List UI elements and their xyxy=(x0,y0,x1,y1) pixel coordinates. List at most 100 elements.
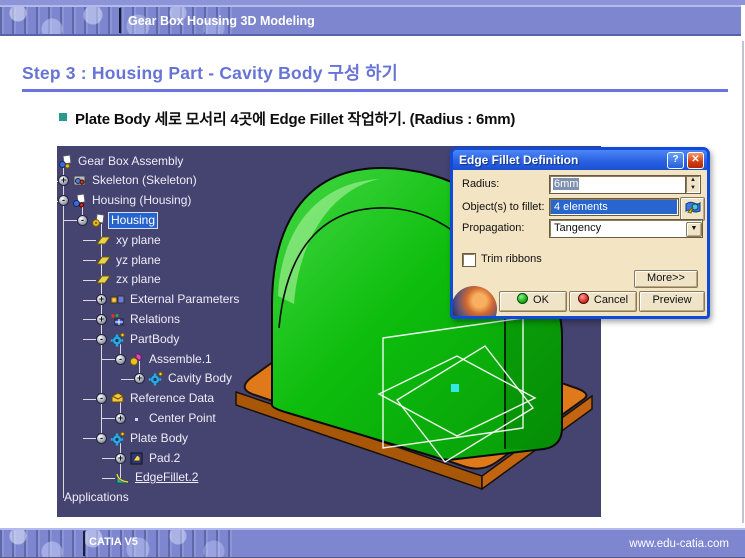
expand-icon[interactable]: + xyxy=(115,453,126,464)
radius-label: Radius: xyxy=(462,178,499,190)
body-icon xyxy=(110,431,125,446)
tree-item-skeleton-skeleton[interactable]: +Skeleton (Skeleton) xyxy=(58,172,199,190)
tree-item-plate-body[interactable]: - Plate Body xyxy=(96,429,190,447)
propagation-dropdown[interactable]: Tangency xyxy=(550,220,702,237)
radius-spinner[interactable]: ▲▼ xyxy=(686,176,700,193)
product-icon xyxy=(72,193,87,208)
cancel-red-icon xyxy=(578,293,589,304)
title-underline xyxy=(22,89,728,92)
tree-item-relations[interactable]: + Relations xyxy=(96,310,182,328)
expand-icon[interactable]: + xyxy=(96,314,107,325)
expand-icon[interactable]: + xyxy=(134,373,145,384)
tree-item-partbody[interactable]: - PartBody xyxy=(96,330,181,348)
header-title: Gear Box Housing 3D Modeling xyxy=(128,14,315,28)
tree-item-label: yz plane xyxy=(114,253,163,268)
tree-item-label: Assemble.1 xyxy=(147,352,214,367)
help-icon[interactable]: ? xyxy=(667,152,684,169)
pad-icon xyxy=(129,451,144,466)
preview-button[interactable]: Preview xyxy=(639,291,705,312)
dropdown-arrow-icon[interactable]: ▼ xyxy=(686,222,702,237)
expand-icon[interactable]: + xyxy=(58,175,69,186)
header-separator xyxy=(119,8,121,33)
footer-url[interactable]: www.edu-catia.com xyxy=(629,538,729,550)
tree-item-center-point[interactable]: + Center Point xyxy=(115,409,218,427)
trim-ribbons-label: Trim ribbons xyxy=(481,253,542,265)
tree-item-housing-housing[interactable]: - Housing (Housing) xyxy=(58,192,193,210)
radius-input[interactable]: 6mm xyxy=(550,176,686,193)
tree-item-label: Pad.2 xyxy=(147,451,182,466)
tree-item-applications[interactable]: Applications xyxy=(62,489,131,507)
tree-item-reference-data[interactable]: - Reference Data xyxy=(96,390,216,408)
edge-fillet-dialog: Edge Fillet Definition ? ✕ Radius: 6mm ▲… xyxy=(450,147,710,319)
body-icon xyxy=(148,371,163,386)
tree-item-yz-plane[interactable]: yz plane xyxy=(96,251,163,269)
tree-item-label: External Parameters xyxy=(128,292,241,307)
bullet-text: Plate Body 세로 모서리 4곳에 Edge Fillet 작업하기. … xyxy=(75,108,515,129)
sphere-decoration xyxy=(451,286,497,319)
collapse-icon[interactable]: - xyxy=(115,354,126,365)
tree-item-label: Reference Data xyxy=(128,391,216,406)
tree-item-edgefillet-2[interactable]: EdgeFillet.2 xyxy=(115,469,200,487)
collapse-icon[interactable]: - xyxy=(96,433,107,444)
tree-trunk-line xyxy=(63,168,64,498)
slide-page: Gear Box Housing 3D Modeling Step 3 : Ho… xyxy=(0,0,745,558)
tree-item-label: EdgeFillet.2 xyxy=(133,470,200,485)
assemble-icon xyxy=(129,352,144,367)
tree-item-cavity-body[interactable]: + Cavity Body xyxy=(134,370,234,388)
bullet-square-icon xyxy=(59,113,67,121)
skeleton-icon xyxy=(72,173,87,188)
tree-item-xy-plane[interactable]: xy plane xyxy=(96,231,163,249)
tree-item-label: Relations xyxy=(128,312,182,327)
reference-data-icon xyxy=(110,391,125,406)
slide-footer-bar: CATIA V5 www.edu-catia.com xyxy=(0,528,745,558)
collapse-icon[interactable]: - xyxy=(77,215,88,226)
tree-item-label: Housing xyxy=(109,213,157,228)
plane-icon xyxy=(96,253,111,268)
collapse-icon[interactable]: - xyxy=(96,334,107,345)
tree-item-housing[interactable]: - Housing xyxy=(77,211,157,229)
collapse-icon[interactable]: - xyxy=(58,195,69,206)
external-parameters-icon xyxy=(110,292,125,307)
select-elements-button[interactable] xyxy=(680,197,705,221)
part-icon xyxy=(91,213,106,228)
tree-item-gear-box-assembly[interactable]: Gear Box Assembly xyxy=(58,152,185,170)
dialog-body: Radius: 6mm ▲▼ Object(s) to fillet: 4 el… xyxy=(453,170,707,316)
tree-item-label: Center Point xyxy=(147,411,218,426)
dialog-titlebar[interactable]: Edge Fillet Definition ? ✕ xyxy=(453,150,707,170)
radius-value: 6mm xyxy=(553,178,579,190)
plane-icon xyxy=(96,272,111,287)
body-icon xyxy=(110,332,125,347)
dialog-title: Edge Fillet Definition xyxy=(453,153,667,167)
tree-item-label: Cavity Body xyxy=(166,371,234,386)
expand-icon[interactable]: + xyxy=(115,413,126,424)
tree-item-external-parameters[interactable]: + External Parameters xyxy=(96,291,241,309)
tree-item-label: Applications xyxy=(62,490,131,505)
tree-item-label: Gear Box Assembly xyxy=(76,154,185,169)
close-icon[interactable]: ✕ xyxy=(687,152,704,169)
elements-icon xyxy=(685,199,701,215)
bullet-row: Plate Body 세로 모서리 4곳에 Edge Fillet 작업하기. … xyxy=(59,108,515,129)
tree-item-label: Housing (Housing) xyxy=(90,193,193,208)
tree-item-pad-2[interactable]: + Pad.2 xyxy=(115,449,182,467)
collapse-icon[interactable]: - xyxy=(96,393,107,404)
relations-icon xyxy=(110,312,125,327)
tree-item-label: PartBody xyxy=(128,332,181,347)
objects-to-fillet-field[interactable]: 4 elements xyxy=(550,199,678,215)
edge-fillet-icon xyxy=(115,470,130,485)
tree-item-label: Plate Body xyxy=(128,431,190,446)
footer-separator xyxy=(83,531,85,556)
spinner-down-icon[interactable]: ▼ xyxy=(687,185,699,193)
spinner-up-icon[interactable]: ▲ xyxy=(687,177,699,185)
tree-item-zx-plane[interactable]: zx plane xyxy=(96,271,163,289)
expand-icon[interactable]: + xyxy=(96,294,107,305)
tree-item-label: zx plane xyxy=(114,272,163,287)
footer-left-text: CATIA V5 xyxy=(89,536,138,548)
trim-ribbons-checkbox[interactable] xyxy=(463,254,475,266)
product-assembly-icon xyxy=(58,154,73,169)
ok-button[interactable]: OK xyxy=(499,291,567,312)
more-button[interactable]: More>> xyxy=(634,270,698,288)
cancel-button[interactable]: Cancel xyxy=(569,291,637,312)
center-point-marker[interactable] xyxy=(451,384,459,392)
tree-item-assemble-1[interactable]: - Assemble.1 xyxy=(115,350,214,368)
center-point-icon xyxy=(129,411,144,426)
